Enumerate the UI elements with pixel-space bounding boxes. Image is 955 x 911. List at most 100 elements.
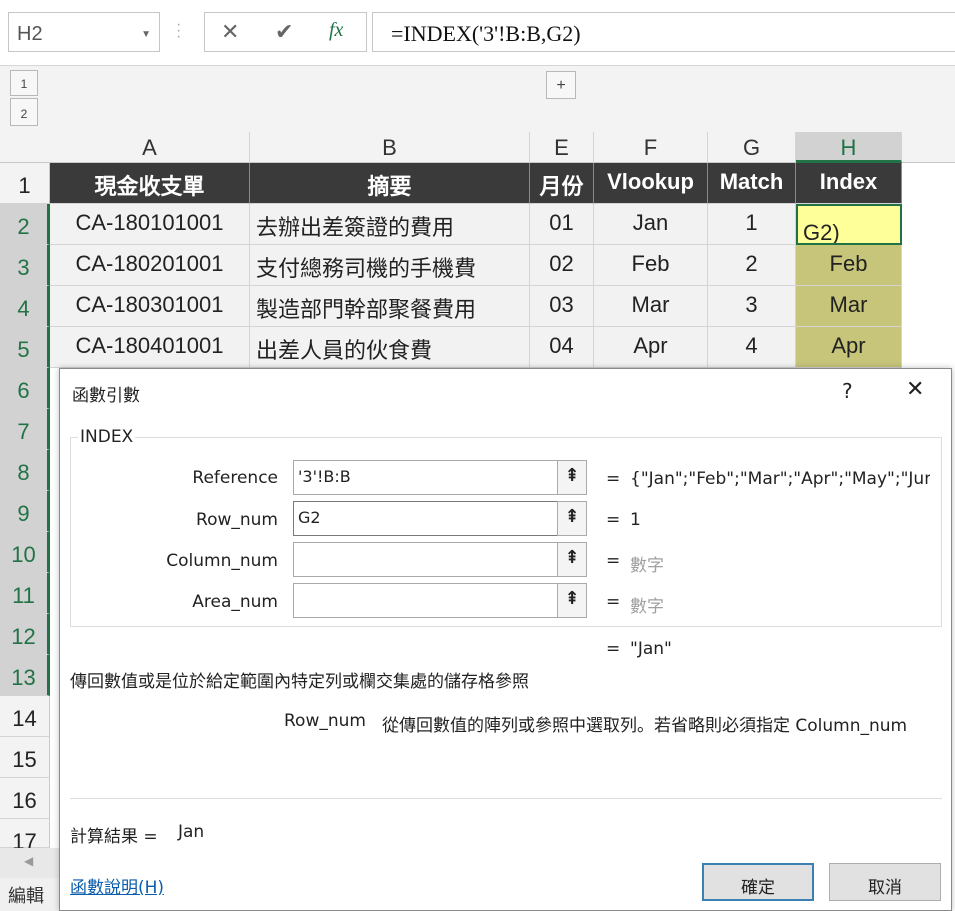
status-mode: 編輯	[0, 878, 59, 911]
header-cell[interactable]: Vlookup	[594, 163, 708, 204]
table-cell[interactable]: 03	[530, 286, 594, 327]
table-cell[interactable]: CA-180401001	[50, 327, 250, 368]
table-cell[interactable]: 2	[708, 245, 796, 286]
area-num-label: Area_num	[192, 592, 278, 612]
column-num-label: Column_num	[166, 551, 278, 571]
scroll-left-icon[interactable]: ◀	[24, 854, 33, 868]
horizontal-scrollbar[interactable]: ◀	[0, 848, 59, 878]
function-description: 傳回數值或是位於給定範圍內特定列或欄交集處的儲存格參照	[70, 672, 529, 692]
column-header-a[interactable]: A	[50, 132, 250, 163]
collapse-dialog-icon[interactable]: ⇞	[557, 583, 587, 618]
column-header-f[interactable]: F	[594, 132, 708, 163]
insert-function-icon[interactable]: fx	[329, 19, 343, 42]
row-num-input[interactable]: G2	[293, 501, 558, 536]
header-cell[interactable]: 現金收支單	[50, 163, 250, 204]
argument-name: Row_num	[284, 711, 366, 731]
formula-buttons: ✕ ✔ fx	[204, 12, 367, 52]
table-cell[interactable]: Apr	[796, 327, 902, 368]
cancel-icon[interactable]: ✕	[221, 19, 239, 45]
help-link[interactable]: 函數說明(H)	[70, 873, 164, 898]
row-header[interactable]: 4	[0, 286, 50, 327]
row-header[interactable]: 11	[0, 573, 50, 614]
column-header-e[interactable]: E	[530, 132, 594, 163]
active-cell[interactable]: G2)	[796, 204, 902, 245]
column-num-input[interactable]	[293, 542, 558, 577]
equals-sign: =	[606, 551, 621, 571]
outline-level-1-button[interactable]: 1	[10, 70, 38, 96]
table-cell[interactable]: Jan	[594, 204, 708, 245]
column-header-g[interactable]: G	[708, 132, 796, 163]
enter-icon[interactable]: ✔	[275, 19, 293, 45]
collapse-dialog-icon[interactable]: ⇞	[557, 542, 587, 577]
row-header[interactable]: 7	[0, 409, 50, 450]
ok-button[interactable]: 確定	[702, 863, 814, 901]
row-header[interactable]: 5	[0, 327, 50, 368]
column-num-result: 數字	[630, 556, 664, 576]
chevron-down-icon[interactable]: ▼	[141, 29, 151, 40]
table-cell[interactable]: 去辦出差簽證的費用	[250, 204, 530, 245]
table-cell[interactable]: 支付總務司機的手機費	[250, 245, 530, 286]
table-cell[interactable]: 出差人員的伙食費	[250, 327, 530, 368]
collapse-dialog-icon[interactable]: ⇞	[557, 501, 587, 536]
equals-sign: =	[606, 592, 621, 612]
table-cell[interactable]: 02	[530, 245, 594, 286]
table-cell[interactable]: Mar	[796, 286, 902, 327]
calc-result-label: 計算結果 =	[70, 827, 158, 847]
collapse-dialog-icon[interactable]: ⇞	[557, 460, 587, 495]
table-cell[interactable]: Apr	[594, 327, 708, 368]
table-cell[interactable]: Mar	[594, 286, 708, 327]
formula-bar: H2 ▼ · · · ✕ ✔ fx =INDEX('3'!B:B,G2)	[0, 0, 955, 66]
empty-cells[interactable]	[50, 368, 59, 848]
calc-result-value: Jan	[178, 822, 205, 842]
row-header[interactable]: 16	[0, 778, 50, 819]
header-cell[interactable]: 摘要	[250, 163, 530, 204]
equals-sign: =	[606, 469, 621, 489]
row-header[interactable]: 6	[0, 368, 50, 409]
outline-level-2-button[interactable]: 2	[10, 98, 38, 126]
name-box[interactable]: H2 ▼	[8, 12, 160, 52]
row-header[interactable]: 14	[0, 696, 50, 737]
expand-group-button[interactable]: +	[546, 71, 576, 99]
row-header[interactable]: 10	[0, 532, 50, 573]
drag-handle-icon[interactable]: · · ·	[176, 17, 181, 45]
equals-sign: =	[606, 510, 621, 530]
header-cell[interactable]: Index	[796, 163, 902, 204]
formula-input[interactable]: =INDEX('3'!B:B,G2)	[372, 12, 955, 52]
row-header[interactable]: 13	[0, 655, 50, 696]
row-header[interactable]: 15	[0, 737, 50, 778]
column-headers: A B E F G H	[0, 132, 955, 163]
row-header[interactable]: 17	[0, 819, 50, 854]
close-icon[interactable]: ✕	[906, 377, 924, 402]
row-num-label: Row_num	[196, 510, 278, 530]
table-cell[interactable]: CA-180101001	[50, 204, 250, 245]
column-header-h[interactable]: H	[796, 132, 902, 163]
equals-sign: =	[606, 639, 621, 659]
table-cell[interactable]: 04	[530, 327, 594, 368]
area-num-input[interactable]	[293, 583, 558, 618]
row-header[interactable]: 2	[0, 204, 50, 245]
reference-input[interactable]: '3'!B:B	[293, 460, 558, 495]
table-cell[interactable]: 製造部門幹部聚餐費用	[250, 286, 530, 327]
table-cell[interactable]: 01	[530, 204, 594, 245]
row-header[interactable]: 12	[0, 614, 50, 655]
table-cell[interactable]: CA-180301001	[50, 286, 250, 327]
function-arguments-dialog: 函數引數 ? ✕ INDEX Reference '3'!B:B ⇞ = {"J…	[59, 368, 952, 911]
table-cell[interactable]: 3	[708, 286, 796, 327]
reference-result: {"Jan";"Feb";"Mar";"Apr";"May";"June	[630, 469, 930, 489]
table-cell[interactable]: Feb	[796, 245, 902, 286]
table-cell[interactable]: CA-180201001	[50, 245, 250, 286]
row-header[interactable]: 1	[0, 163, 50, 204]
row-num-result: 1	[630, 510, 641, 530]
header-cell[interactable]: Match	[708, 163, 796, 204]
table-cell[interactable]: 4	[708, 327, 796, 368]
row-header[interactable]: 3	[0, 245, 50, 286]
row-header[interactable]: 9	[0, 491, 50, 532]
row-header[interactable]: 8	[0, 450, 50, 491]
name-box-value: H2	[17, 23, 43, 45]
column-header-b[interactable]: B	[250, 132, 530, 163]
cancel-button[interactable]: 取消	[829, 863, 941, 901]
table-cell[interactable]: 1	[708, 204, 796, 245]
table-cell[interactable]: Feb	[594, 245, 708, 286]
help-icon[interactable]: ?	[842, 379, 853, 403]
header-cell[interactable]: 月份	[530, 163, 594, 204]
